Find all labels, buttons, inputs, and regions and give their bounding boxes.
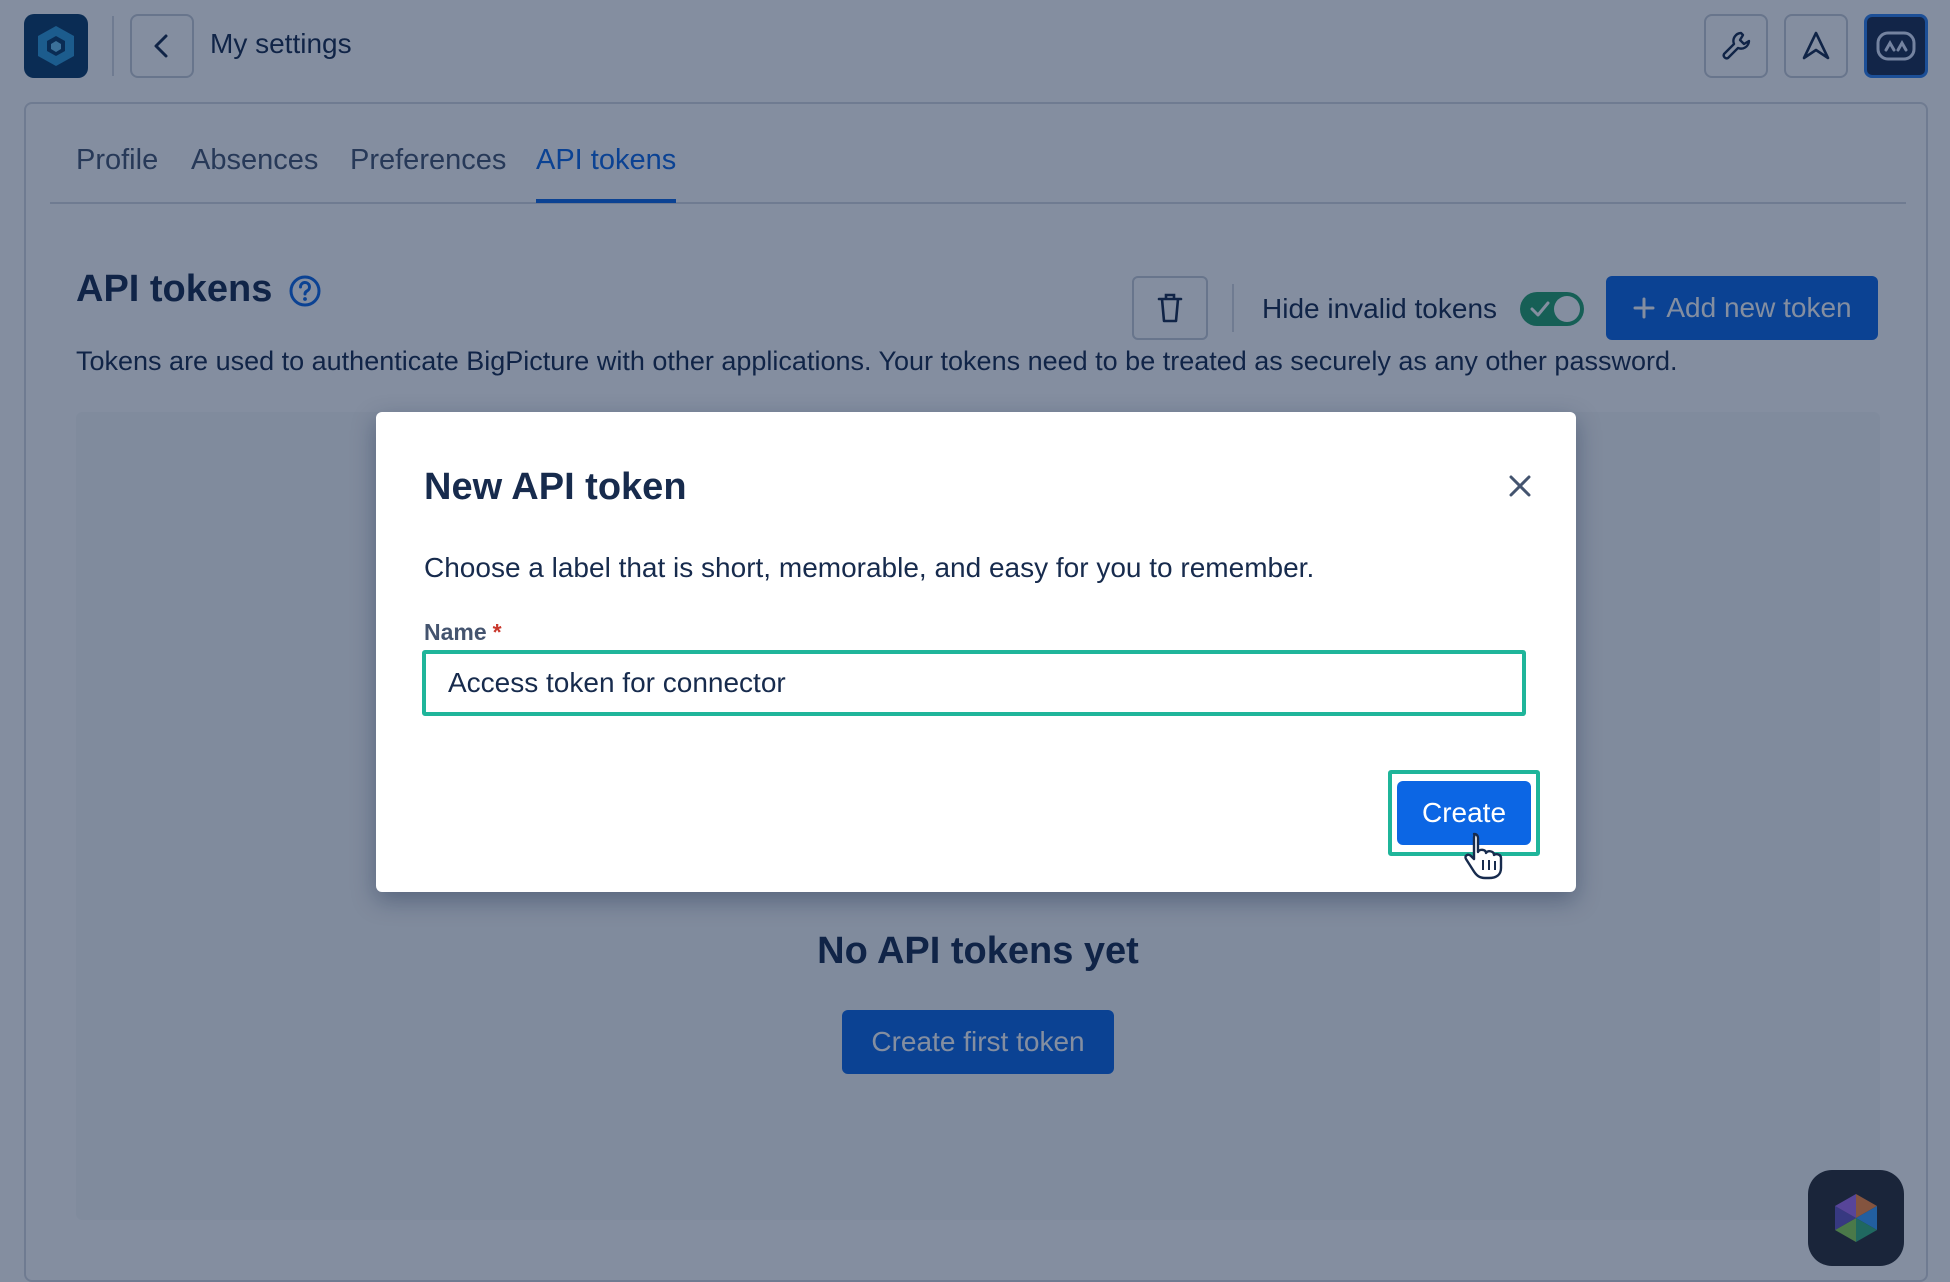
new-api-token-dialog: New API token Choose a label that is sho… [376,412,1576,892]
hand-pointer-cursor-icon [1464,832,1503,880]
close-icon [1509,475,1531,497]
close-dialog-button[interactable] [1496,462,1544,510]
dialog-description: Choose a label that is short, memorable,… [424,552,1315,583]
required-marker: * [492,619,502,645]
dialog-title: New API token [424,466,687,508]
token-name-input[interactable] [422,650,1526,716]
name-field-label: Name * [424,619,502,646]
name-field-label-text: Name [424,619,487,645]
